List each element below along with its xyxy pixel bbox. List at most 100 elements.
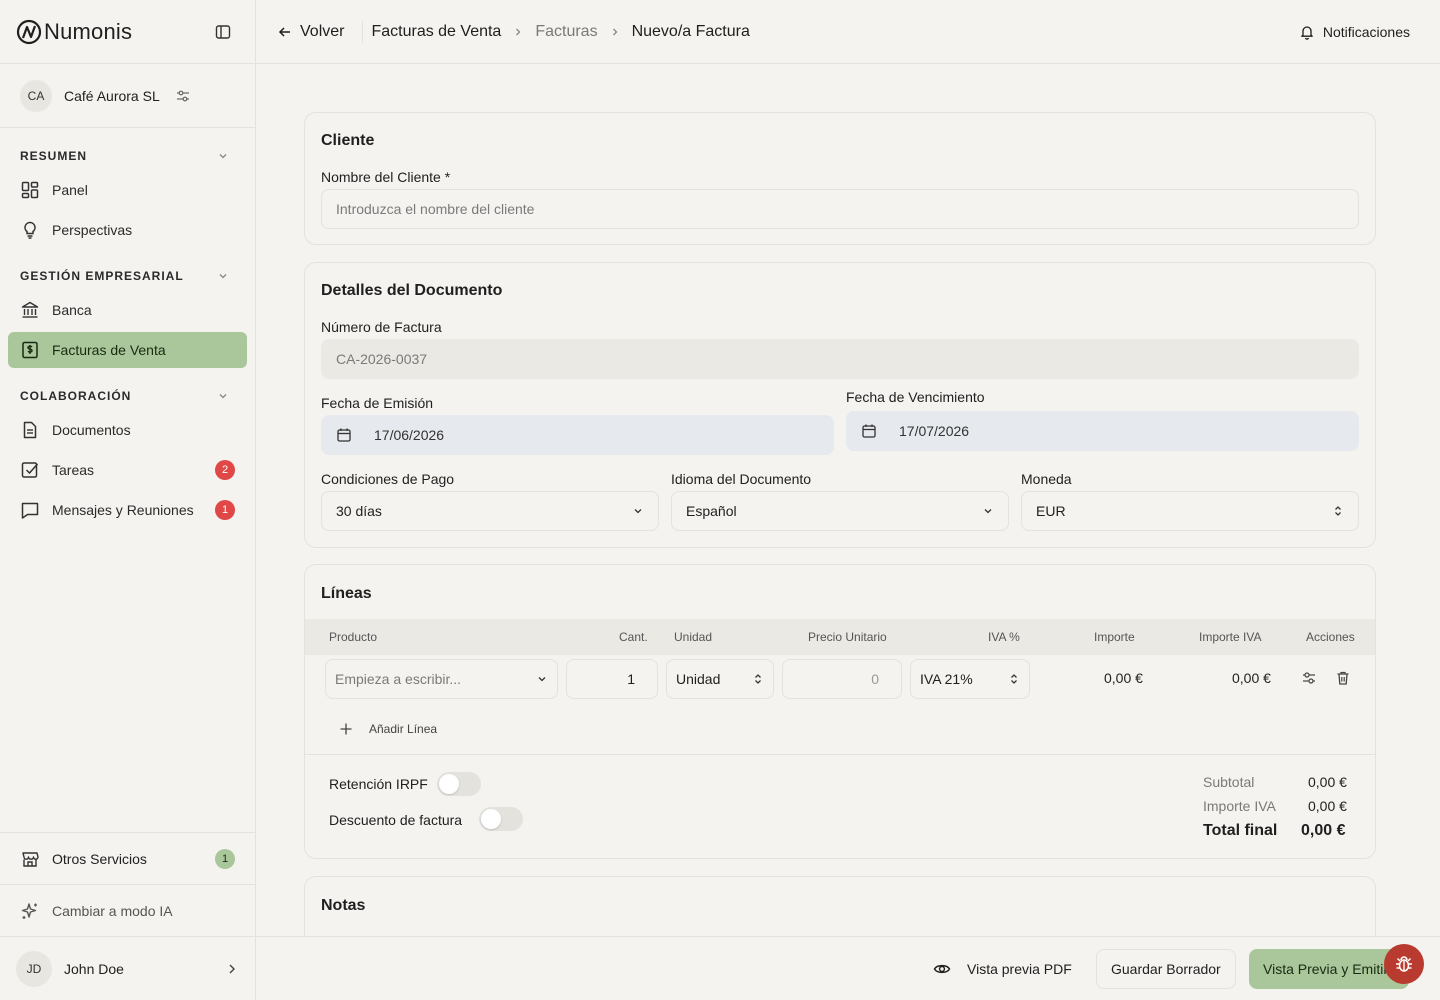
ai-mode-label: Cambiar a modo IA [52,902,173,919]
preview-pdf-label: Vista previa PDF [967,961,1072,977]
user-name: John Doe [64,960,124,977]
currency-select[interactable]: EUR [1021,491,1359,531]
chevron-right-icon [513,24,523,40]
unit-value: Unidad [676,671,721,687]
issue-date-value: 17/06/2026 [374,427,445,443]
sidebar-item-banca[interactable]: Banca [8,292,247,328]
client-card: Cliente Nombre del Cliente * Introduzca … [304,112,1376,245]
add-line-label: Añadir Línea [369,722,438,736]
subtotal-label: Subtotal [1203,774,1255,790]
sidebar-item-documentos[interactable]: Documentos [8,412,247,448]
vat-total-label: Importe IVA [1203,798,1276,814]
breadcrumb-facturas[interactable]: Facturas [535,23,597,41]
message-icon [21,502,39,519]
chevron-updown-icon [1011,674,1017,684]
issue-date-picker[interactable]: 17/06/2026 [321,415,834,455]
sidebar-item-tareas[interactable]: Tareas 2 [8,452,247,488]
store-icon [22,851,39,867]
language-label: Idioma del Documento [671,471,812,487]
dashboard-icon [21,181,39,199]
back-button[interactable]: Volver [278,20,364,43]
sidebar-item-label: Documentos [52,422,131,438]
currency-value: EUR [1036,503,1066,519]
sidebar-item-label: Perspectivas [52,222,133,238]
sidebar-item-panel[interactable]: Panel [8,172,247,208]
product-placeholder: Empieza a escribir... [335,671,462,687]
sidebar-item-perspectivas[interactable]: Perspectivas [8,212,247,248]
preview-pdf-button[interactable]: Vista previa PDF [919,949,1086,989]
discount-toggle[interactable] [479,807,523,831]
add-line-button[interactable]: Añadir Línea [339,719,437,739]
section-resumen[interactable]: RESUMEN [0,144,255,168]
invoice-number-value: CA-2026-0037 [336,351,428,367]
line-settings-icon[interactable] [1301,670,1317,686]
discount-label: Descuento de factura [329,812,463,828]
irpf-toggle[interactable] [437,772,481,796]
calendar-icon [337,428,351,442]
eye-icon [933,964,951,974]
notifications-button[interactable]: Notificaciones [1299,24,1410,40]
unit-select[interactable]: Unidad [666,659,774,699]
ai-mode-switch[interactable]: Cambiar a modo IA [0,884,255,936]
sidebar-item-label: Facturas de Venta [52,342,166,358]
sidebar-item-otros-servicios[interactable]: Otros Servicios 1 [0,832,255,884]
section-gestion-empresarial[interactable]: GESTIÓN EMPRESARIAL [0,264,255,288]
col-importe-iva: Importe IVA [1199,630,1262,644]
currency-label: Moneda [1021,471,1072,487]
switch-org-icon[interactable] [176,89,190,103]
section-colaboracion[interactable]: COLABORACIÓN [0,384,255,408]
irpf-label: Retención IRPF [329,776,428,792]
language-value: Español [686,503,737,519]
due-date-label: Fecha de Vencimiento [846,389,985,405]
chevron-down-icon [219,394,227,399]
chevron-right-icon [610,24,620,40]
client-name-label: Nombre del Cliente * [321,169,451,185]
invoice-number-field: CA-2026-0037 [321,339,1359,379]
vat-select[interactable]: IVA 21% [910,659,1030,699]
breadcrumb-current: Nuevo/a Factura [631,22,750,40]
other-services-badge: 1 [215,848,235,869]
chevron-down-icon [219,274,227,279]
chevron-down-icon [634,509,642,514]
top-bar: Volver Facturas de Venta Facturas Nuevo/… [256,0,1440,64]
sidebar-item-mensajes-y-reuniones[interactable]: Mensajes y Reuniones 1 [8,492,247,528]
client-name-input[interactable]: Introduzca el nombre del cliente [321,189,1359,229]
payment-terms-select[interactable]: 30 días [321,491,659,531]
language-select[interactable]: Español [671,491,1009,531]
organization-switcher[interactable]: CA Café Aurora SL [0,64,255,128]
trash-icon[interactable] [1335,670,1351,686]
user-menu[interactable]: JD John Doe [0,936,255,1000]
chevron-updown-icon [1335,506,1341,516]
breadcrumb: Facturas de Venta Facturas Nuevo/a Factu… [371,23,749,41]
org-name: Café Aurora SL [64,87,160,104]
quantity-value: 1 [627,671,635,687]
client-name-placeholder: Introduzca el nombre del cliente [336,201,535,217]
unit-price-input[interactable]: 0 [782,659,902,699]
breadcrumb-facturas-de-venta[interactable]: Facturas de Venta [371,23,501,41]
details-title: Detalles del Documento [321,282,503,299]
due-date-value: 17/07/2026 [899,423,970,439]
save-draft-button[interactable]: Guardar Borrador [1096,949,1236,989]
issue-date-label: Fecha de Emisión [321,395,434,411]
client-title: Cliente [321,132,375,149]
lines-table-header: Producto Cant. Unidad Precio Unitario IV… [305,619,1375,655]
quantity-input[interactable]: 1 [566,659,658,699]
sidebar: Numonis CA Café Aurora SL RESUMEN Panel … [0,0,256,1000]
subtotal-value: 0,00 € [1308,774,1347,790]
action-footer: Vista previa PDF Guardar Borrador Vista … [256,936,1440,1000]
due-date-picker[interactable]: 17/07/2026 [846,411,1359,451]
col-unidad: Unidad [674,630,713,644]
sidebar-toggle-icon[interactable] [215,24,231,40]
messages-count-badge: 1 [215,500,235,520]
line-amount: 0,00 € [1104,670,1143,686]
bug-report-button[interactable] [1384,944,1424,984]
plus-icon [340,723,352,735]
calendar-icon [862,424,876,438]
sidebar-item-facturas-de-venta[interactable]: Facturas de Venta [8,332,247,368]
invoice-icon [22,341,38,359]
product-combobox[interactable]: Empieza a escribir... [325,659,558,699]
total-value: 0,00 € [1301,822,1346,839]
vat-total-value: 0,00 € [1308,798,1347,814]
col-cantidad: Cant. [619,630,648,644]
sidebar-item-label: Mensajes y Reuniones [52,502,194,518]
